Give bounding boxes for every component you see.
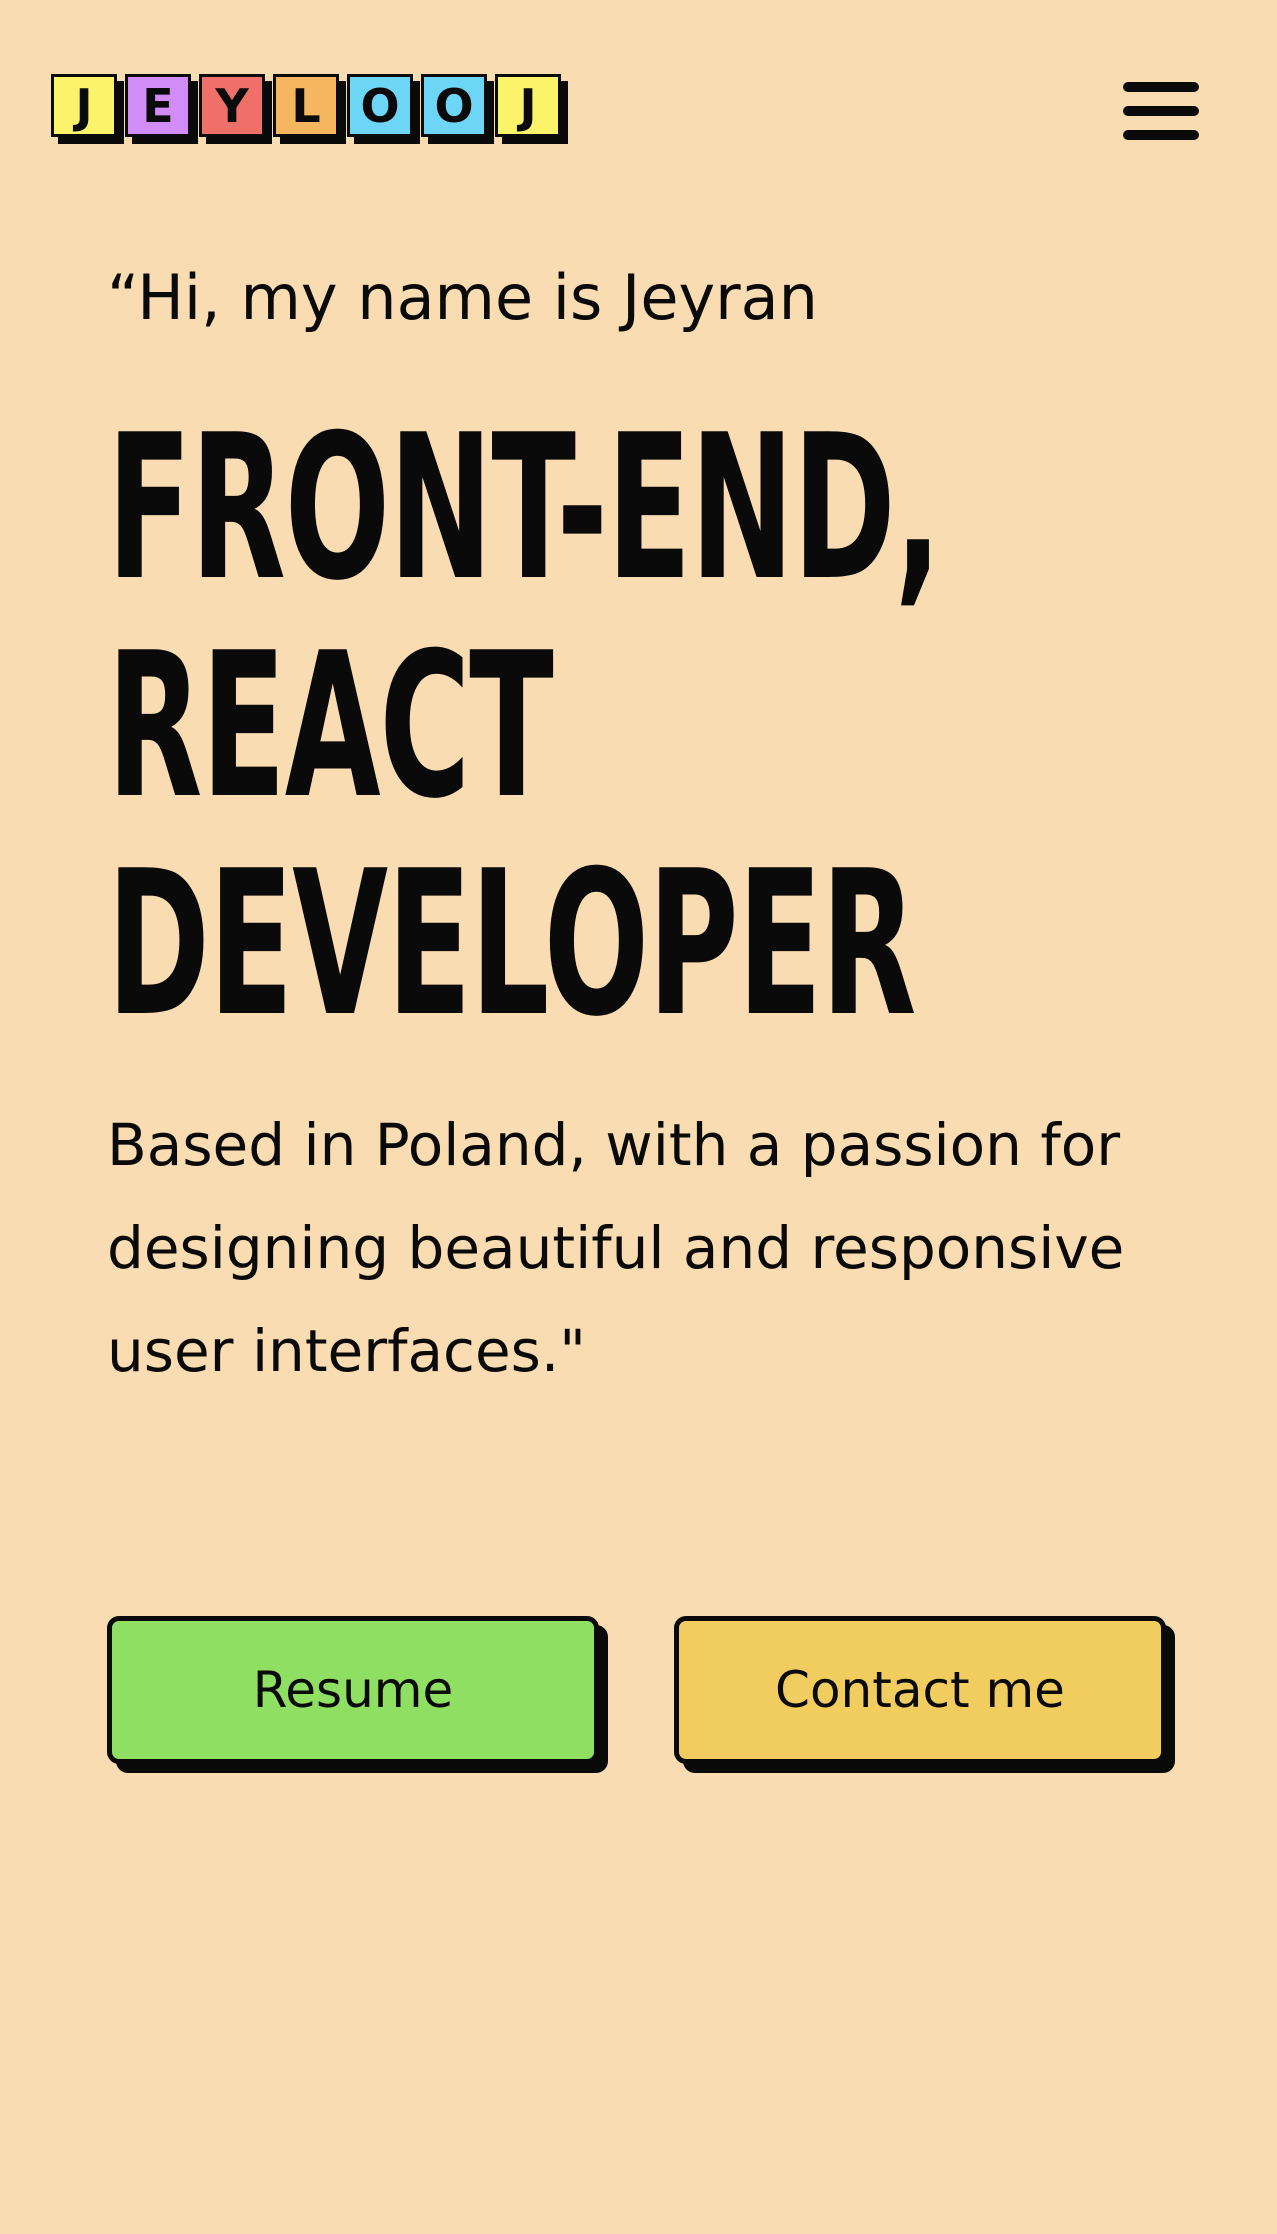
logo-letter: J — [519, 78, 537, 133]
logo-tile-o: O — [347, 74, 413, 137]
headline-line-3: DEVELOPER — [107, 828, 916, 1061]
resume-button[interactable]: Resume — [107, 1616, 599, 1764]
logo-tile-l: L — [273, 74, 339, 137]
logo-tile-e: E — [125, 74, 191, 137]
logo-letter: E — [142, 78, 174, 133]
intro-text: Based in Poland, with a passion for desi… — [107, 1111, 1125, 1385]
logo-tile-o-2: O — [421, 74, 487, 137]
logo-letter: L — [291, 78, 321, 133]
hamburger-menu-icon[interactable] — [1120, 80, 1202, 142]
logo-letter: J — [75, 78, 93, 133]
logo-letter: O — [434, 78, 474, 133]
logo-tile-y: Y — [199, 74, 265, 137]
headline: FRONT-END, REACT DEVELOPER — [107, 400, 1277, 1054]
logo-tile-j: J — [51, 74, 117, 137]
logo-letter: Y — [215, 78, 249, 133]
menu-bar — [1123, 130, 1199, 140]
menu-bar — [1123, 106, 1199, 116]
logo-letter: O — [360, 78, 400, 133]
contact-me-button[interactable]: Contact me — [674, 1616, 1166, 1764]
greeting-text: “Hi, my name is Jeyran — [107, 261, 818, 334]
headline-line-2: REACT — [107, 610, 554, 843]
logo-tile-j-2: J — [495, 74, 561, 137]
site-logo[interactable]: J E Y L O O J — [51, 74, 561, 137]
headline-line-1: FRONT-END, — [107, 392, 942, 625]
menu-bar — [1123, 82, 1199, 92]
